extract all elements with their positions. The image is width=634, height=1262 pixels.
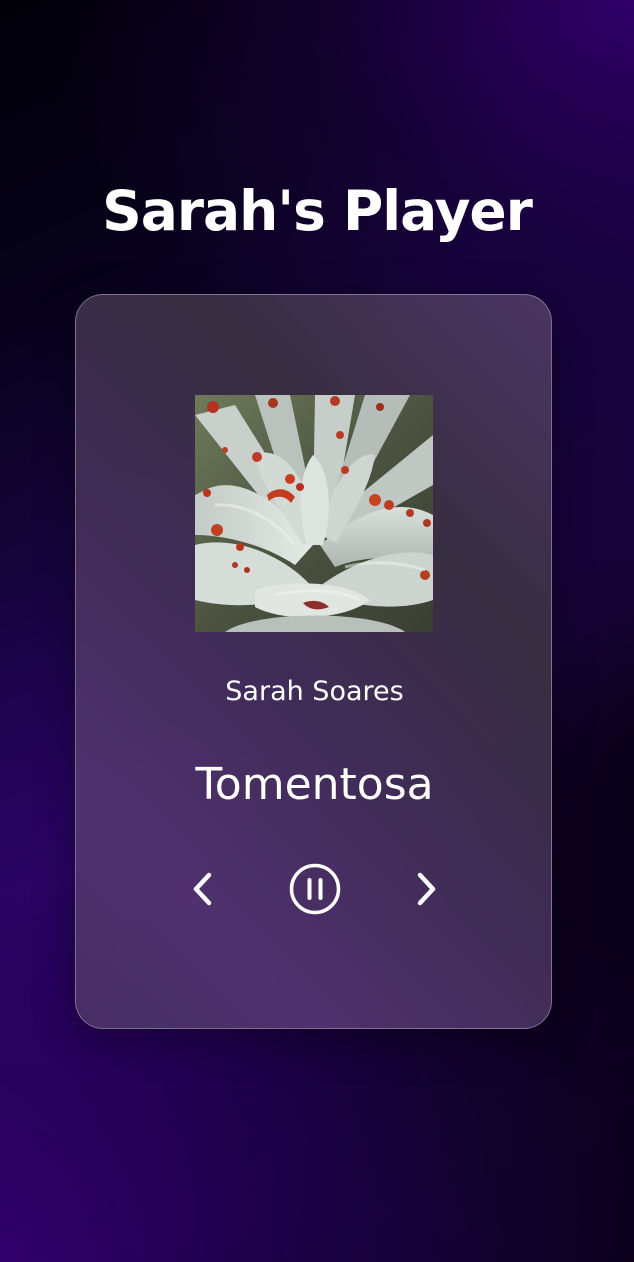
play-pause-button[interactable]: [287, 861, 343, 917]
playback-controls: [76, 861, 553, 917]
pause-circle-icon: [289, 863, 341, 915]
player-card: Sarah Soares Tomentosa: [75, 294, 552, 1029]
next-button[interactable]: [397, 861, 453, 917]
chevron-left-icon: [193, 872, 212, 906]
previous-button[interactable]: [176, 861, 232, 917]
album-art: [195, 395, 433, 632]
track-title: Tomentosa: [195, 759, 434, 810]
artist-name: Sarah Soares: [225, 676, 404, 707]
chevron-right-icon: [417, 872, 436, 906]
page-title: Sarah's Player: [102, 179, 533, 243]
